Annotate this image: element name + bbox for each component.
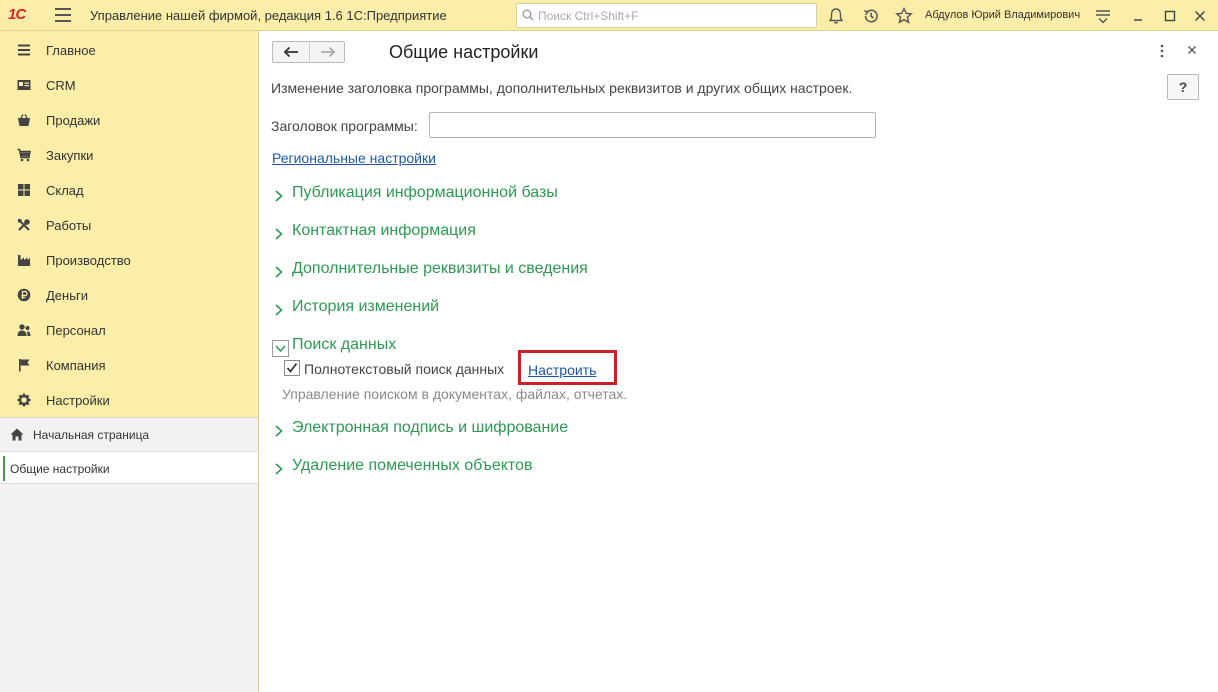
top-bar: 1С Управление нашей фирмой, редакция 1.6… bbox=[0, 0, 1218, 31]
section-title: Электронная подпись и шифрование bbox=[292, 419, 569, 436]
open-window-general-settings[interactable]: Общие настройки bbox=[0, 451, 258, 484]
more-actions-icon[interactable] bbox=[1157, 44, 1167, 58]
factory-icon bbox=[18, 255, 30, 266]
menu-lines-icon bbox=[18, 44, 30, 56]
regional-settings-link[interactable]: Региональные настройки bbox=[272, 150, 436, 166]
section-title: Поиск данных bbox=[292, 336, 397, 353]
sidebar-item-settings[interactable]: Настройки bbox=[0, 382, 258, 417]
search-input[interactable] bbox=[538, 5, 813, 26]
tools-icon bbox=[18, 219, 30, 231]
minimize-icon[interactable] bbox=[1128, 6, 1148, 26]
sidebar-item-company[interactable]: Компания bbox=[0, 347, 258, 382]
sidebar-item-label: Главное bbox=[46, 43, 96, 58]
bell-icon[interactable] bbox=[826, 6, 846, 26]
help-button[interactable]: ? bbox=[1167, 74, 1199, 100]
people-icon bbox=[17, 324, 31, 336]
main-menu-icon[interactable] bbox=[55, 8, 71, 22]
sidebar-item-money[interactable]: Деньги bbox=[0, 277, 258, 312]
flag-icon bbox=[19, 359, 30, 372]
chevron-down-icon bbox=[272, 340, 289, 357]
fulltext-search-checkbox[interactable] bbox=[284, 360, 300, 376]
arrow-left-icon bbox=[283, 46, 298, 58]
sidebar-item-label: Деньги bbox=[46, 288, 88, 303]
history-nav bbox=[272, 41, 345, 63]
chevron-right-icon bbox=[275, 228, 283, 240]
section-title: Контактная информация bbox=[292, 222, 476, 239]
sidebar-item-main[interactable]: Главное bbox=[0, 32, 258, 67]
history-icon[interactable] bbox=[861, 6, 881, 26]
section-delete-marked[interactable]: Удаление помеченных объектов bbox=[272, 457, 562, 481]
cart-icon bbox=[17, 148, 31, 162]
sidebar-item-label: Настройки bbox=[46, 393, 110, 408]
chevron-right-icon bbox=[275, 190, 283, 202]
app-title: Управление нашей фирмой, редакция 1.6 1С… bbox=[90, 8, 447, 23]
sidebar-item-sales[interactable]: Продажи bbox=[0, 102, 258, 137]
section-e-signature[interactable]: Электронная подпись и шифрование bbox=[272, 419, 592, 443]
fulltext-search-label: Полнотекстовый поиск данных bbox=[304, 361, 505, 377]
sidebar-item-personnel[interactable]: Персонал bbox=[0, 312, 258, 347]
search-icon bbox=[522, 9, 534, 21]
open-window-label: Общие настройки bbox=[10, 462, 110, 476]
section-title: Публикация информационной базы bbox=[292, 184, 558, 201]
open-window-home[interactable]: Начальная страница bbox=[0, 418, 258, 451]
app-logo: 1С bbox=[8, 6, 26, 23]
sidebar-item-label: Продажи bbox=[46, 113, 101, 128]
close-form-icon[interactable] bbox=[1185, 43, 1199, 57]
page-description: Изменение заголовка программы, дополните… bbox=[271, 80, 853, 96]
section-publication[interactable]: Публикация информационной базы bbox=[272, 184, 592, 208]
forward-button[interactable] bbox=[308, 42, 345, 62]
arrow-right-icon bbox=[320, 46, 335, 58]
sidebar-item-label: CRM bbox=[46, 78, 76, 93]
home-icon bbox=[10, 428, 24, 441]
contact-card-icon bbox=[17, 80, 31, 90]
section-title: История изменений bbox=[292, 298, 440, 315]
section-contact-info[interactable]: Контактная информация bbox=[272, 222, 512, 246]
ruble-coin-icon bbox=[17, 288, 31, 302]
chevron-right-icon bbox=[275, 463, 283, 475]
gear-icon bbox=[17, 393, 31, 407]
close-icon[interactable] bbox=[1190, 6, 1210, 26]
section-data-search[interactable]: Поиск данных bbox=[272, 336, 432, 360]
program-title-input[interactable] bbox=[429, 112, 876, 138]
sidebar-item-label: Производство bbox=[46, 253, 131, 268]
sidebar: Главное CRM Продажи Закупки Склад Работы… bbox=[0, 31, 259, 692]
search-hint: Управление поиском в документах, файлах,… bbox=[282, 386, 628, 402]
sidebar-item-label: Работы bbox=[46, 218, 92, 233]
configure-link[interactable]: Настроить bbox=[528, 362, 596, 378]
program-title-label: Заголовок программы: bbox=[271, 118, 418, 134]
section-title: Удаление помеченных объектов bbox=[292, 457, 533, 474]
maximize-icon[interactable] bbox=[1160, 6, 1180, 26]
sidebar-item-label: Закупки bbox=[46, 148, 94, 163]
open-window-label: Начальная страница bbox=[33, 428, 150, 442]
global-search bbox=[516, 3, 817, 28]
section-change-history[interactable]: История изменений bbox=[272, 298, 472, 322]
sidebar-item-warehouse[interactable]: Склад bbox=[0, 172, 258, 207]
back-button[interactable] bbox=[273, 42, 309, 62]
section-title: Дополнительные реквизиты и сведения bbox=[292, 260, 588, 277]
sidebar-item-works[interactable]: Работы bbox=[0, 207, 258, 242]
sidebar-item-purchases[interactable]: Закупки bbox=[0, 137, 258, 172]
open-windows-panel: Начальная страница Общие настройки bbox=[0, 417, 258, 692]
page-title: Общие настройки bbox=[389, 42, 539, 62]
chevron-right-icon bbox=[275, 425, 283, 437]
checkmark-icon bbox=[286, 362, 298, 373]
sidebar-item-crm[interactable]: CRM bbox=[0, 67, 258, 102]
sidebar-item-label: Склад bbox=[46, 183, 84, 198]
sidebar-item-label: Персонал bbox=[46, 323, 106, 338]
username[interactable]: Абдулов Юрий Владимирович bbox=[925, 9, 1080, 21]
warehouse-grid-icon bbox=[18, 184, 30, 196]
chevron-right-icon bbox=[275, 266, 283, 278]
star-icon[interactable] bbox=[894, 6, 914, 26]
section-additional-attributes[interactable]: Дополнительные реквизиты и сведения bbox=[272, 260, 632, 284]
main-content: Общие настройки ? Изменение заголовка пр… bbox=[260, 31, 1218, 692]
sidebar-item-production[interactable]: Производство bbox=[0, 242, 258, 277]
chevron-right-icon bbox=[275, 304, 283, 316]
sidebar-item-label: Компания bbox=[46, 358, 106, 373]
basket-icon bbox=[18, 114, 30, 126]
settings-menu-icon[interactable] bbox=[1093, 6, 1113, 26]
